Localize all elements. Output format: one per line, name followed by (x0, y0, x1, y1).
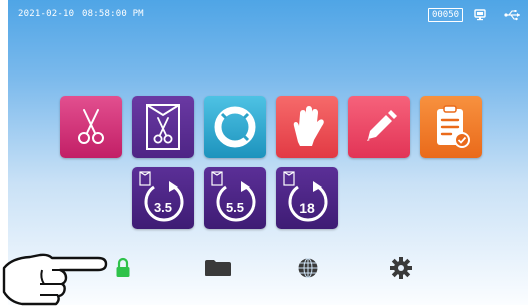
cycle-3-5-icon (139, 171, 184, 222)
folder-icon[interactable] (204, 259, 232, 282)
cycle-label: 5.5 (225, 200, 245, 215)
glove-icon (293, 106, 324, 146)
usb-icon (504, 8, 522, 26)
cycle-label: 18 (299, 200, 315, 216)
time-display: 08:58:00 PM (82, 9, 144, 19)
pencil-icon (367, 110, 397, 141)
globe-icon[interactable] (297, 257, 319, 284)
gear-icon[interactable] (389, 256, 413, 285)
cycle-counter: 00050 (428, 8, 463, 22)
date-display: 2021-02-10 (18, 9, 75, 19)
cycle-button-3-5[interactable]: 3.5 (132, 167, 194, 229)
cycle-button-5-5[interactable]: 5.5 (204, 167, 266, 229)
clipboard-check-icon (437, 105, 470, 148)
scissors-icon (78, 109, 104, 144)
cycle-5-5-icon (211, 171, 256, 222)
pointing-hand-icon (2, 253, 108, 306)
cycle-label: 3.5 (153, 200, 173, 215)
scissors-program-button[interactable] (60, 96, 122, 158)
pouched-scissors-program-button[interactable] (132, 96, 194, 158)
ring-icon (214, 106, 256, 148)
glove-program-button[interactable] (276, 96, 338, 158)
edit-program-button[interactable] (348, 96, 410, 158)
checklist-program-button[interactable] (420, 96, 482, 158)
ring-program-button[interactable] (204, 96, 266, 158)
screen-icon (474, 8, 486, 26)
cycle-button-18[interactable]: 18 (276, 167, 338, 229)
status-bar: 2021-02-10 08:58:00 PM 00050 (8, 0, 528, 28)
pouch-scissors-icon (146, 104, 180, 150)
cycle-18-icon (283, 171, 328, 222)
